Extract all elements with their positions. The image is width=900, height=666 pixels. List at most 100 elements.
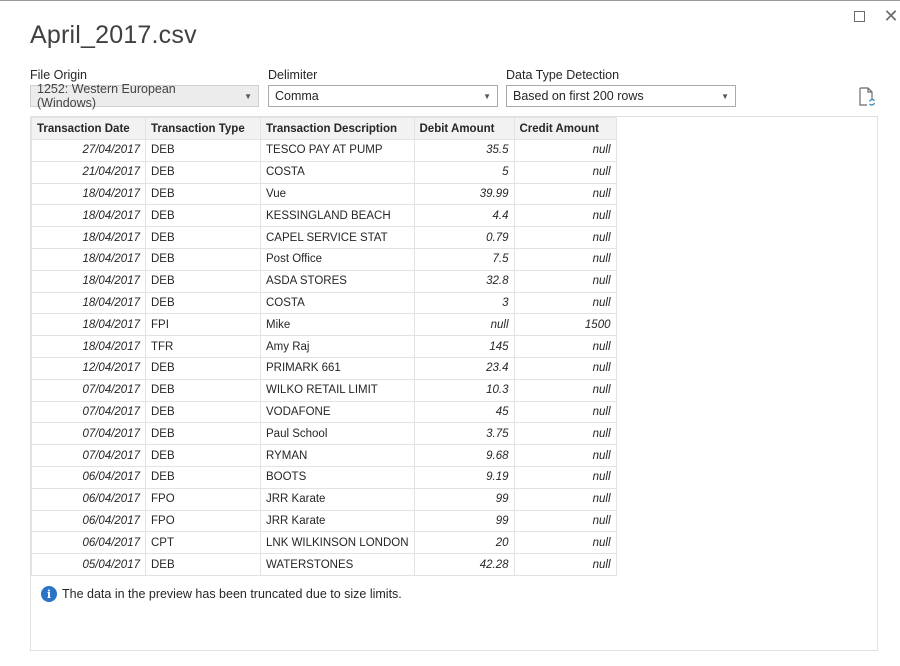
close-button[interactable]: ✕ xyxy=(880,5,900,27)
file-origin-label: File Origin xyxy=(30,68,87,82)
preview-panel: Transaction Date Transaction Type Transact… xyxy=(30,116,878,651)
table-cell: 06/04/2017 xyxy=(31,531,146,555)
table-row: 12/04/2017 DEB PRIMARK 661 23.4 null xyxy=(31,356,617,380)
table-cell: FPO xyxy=(145,509,261,533)
truncation-notice: i The data in the preview has been trunc… xyxy=(41,586,402,602)
file-origin-value: 1252: Western European (Windows) xyxy=(37,82,176,110)
table-cell: null xyxy=(513,531,617,555)
column-header[interactable]: Transaction Date xyxy=(31,117,146,140)
table-cell: WILKO RETAIL LIMIT xyxy=(260,378,415,402)
table-cell: 18/04/2017 xyxy=(31,247,146,271)
table-row: 06/04/2017 FPO JRR Karate 99 null xyxy=(31,509,617,533)
maximize-button[interactable] xyxy=(848,5,870,27)
table-cell: 0.79 xyxy=(413,226,515,249)
table-cell: 145 xyxy=(413,335,515,358)
table-cell: null xyxy=(513,269,617,293)
table-cell: 27/04/2017 xyxy=(31,139,146,162)
table-cell: null xyxy=(413,313,515,337)
table-cell: 9.68 xyxy=(413,444,515,467)
table-cell: DEB xyxy=(145,378,261,402)
column-header[interactable]: Credit Amount xyxy=(513,117,617,140)
table-row: 07/04/2017 DEB Paul School 3.75 null xyxy=(31,422,617,446)
table-cell: DEB xyxy=(145,139,261,162)
table-row: 18/04/2017 DEB COSTA 3 null xyxy=(31,291,617,315)
table-cell: null xyxy=(513,356,617,380)
table-cell: 1500 xyxy=(513,313,617,337)
table-row: 18/04/2017 TFR Amy Raj 145 null xyxy=(31,335,617,358)
table-cell: null xyxy=(513,160,617,184)
table-cell: 06/04/2017 xyxy=(31,487,146,511)
table-row: 06/04/2017 CPT LNK WILKINSON LONDON 20 null xyxy=(31,531,617,555)
column-header[interactable]: Debit Amount xyxy=(413,117,515,140)
table-cell: ASDA STORES xyxy=(260,269,415,293)
column-header[interactable]: Transaction Description xyxy=(260,117,415,140)
table-cell: DEB xyxy=(145,160,261,184)
table-cell: 99 xyxy=(413,509,515,533)
table-row: 18/04/2017 DEB Vue 39.99 null xyxy=(31,182,617,206)
column-header[interactable]: Transaction Type xyxy=(145,117,261,140)
table-cell: 45 xyxy=(413,400,515,424)
table-cell: DEB xyxy=(145,182,261,206)
table-cell: BOOTS xyxy=(260,465,415,489)
table-row: 06/04/2017 DEB BOOTS 9.19 null xyxy=(31,465,617,489)
table-cell: 18/04/2017 xyxy=(31,182,146,206)
table-header-row: Transaction Date Transaction Type Transact… xyxy=(31,117,617,140)
chevron-down-icon: ▼ xyxy=(721,91,729,101)
refresh-file-icon xyxy=(859,87,876,106)
data-type-detection-select[interactable]: Based on first 200 rows ▼ xyxy=(506,85,736,107)
file-origin-select[interactable]: 1252: Western European (Windows) ▼ xyxy=(30,82,259,110)
table-cell: FPI xyxy=(145,313,261,337)
table-cell: null xyxy=(513,335,617,358)
table-cell: 23.4 xyxy=(413,356,515,380)
table-row: 18/04/2017 DEB CAPEL SERVICE STAT 0.79 null xyxy=(31,226,617,249)
table-cell: null xyxy=(513,509,617,533)
refresh-preview-button[interactable] xyxy=(858,87,876,107)
table-row: 18/04/2017 DEB Post Office 7.5 null xyxy=(31,247,617,271)
table-row: 06/04/2017 FPO JRR Karate 99 null xyxy=(31,487,617,511)
table-cell: DEB xyxy=(145,400,261,424)
delimiter-select[interactable]: Comma ▼ xyxy=(268,85,498,107)
close-icon: ✕ xyxy=(883,5,899,26)
delimiter-value: Comma xyxy=(275,89,319,103)
truncation-notice-text: The data in the preview has been truncat… xyxy=(62,587,402,601)
table-cell: 18/04/2017 xyxy=(31,313,146,337)
table-cell: Amy Raj xyxy=(260,335,415,358)
table-cell: JRR Karate xyxy=(260,509,415,533)
table-cell: DEB xyxy=(145,422,261,446)
table-cell: Mike xyxy=(260,313,415,337)
table-cell: CAPEL SERVICE STAT xyxy=(260,226,415,249)
table-cell: 5 xyxy=(413,160,515,184)
table-row: 21/04/2017 DEB COSTA 5 null xyxy=(31,160,617,184)
table-row: 18/04/2017 DEB KESSINGLAND BEACH 4.4 null xyxy=(31,204,617,228)
table-cell: null xyxy=(513,139,617,162)
table-cell: null xyxy=(513,487,617,511)
table-cell: Vue xyxy=(260,182,415,206)
table-cell: 05/04/2017 xyxy=(31,553,146,576)
table-cell: 4.4 xyxy=(413,204,515,228)
table-cell: DEB xyxy=(145,465,261,489)
table-cell: RYMAN xyxy=(260,444,415,467)
table-cell: 18/04/2017 xyxy=(31,226,146,249)
table-cell: DEB xyxy=(145,269,261,293)
table-row: 18/04/2017 FPI Mike null 1500 xyxy=(31,313,617,337)
table-cell: 07/04/2017 xyxy=(31,422,146,446)
table-cell: 07/04/2017 xyxy=(31,444,146,467)
table-cell: 9.19 xyxy=(413,465,515,489)
table-cell: null xyxy=(513,226,617,249)
table-cell: null xyxy=(513,400,617,424)
table-row: 18/04/2017 DEB ASDA STORES 32.8 null xyxy=(31,269,617,293)
table-cell: 06/04/2017 xyxy=(31,509,146,533)
table-cell: DEB xyxy=(145,444,261,467)
table-cell: 32.8 xyxy=(413,269,515,293)
table-row: 05/04/2017 DEB WATERSTONES 42.28 null xyxy=(31,553,617,576)
table-cell: DEB xyxy=(145,553,261,576)
table-cell: DEB xyxy=(145,291,261,315)
chevron-down-icon: ▼ xyxy=(244,91,252,101)
table-cell: 18/04/2017 xyxy=(31,335,146,358)
table-cell: null xyxy=(513,182,617,206)
table-row: 07/04/2017 DEB WILKO RETAIL LIMIT 10.3 null xyxy=(31,378,617,402)
table-cell: null xyxy=(513,247,617,271)
delimiter-label: Delimiter xyxy=(268,68,318,82)
table-cell: 07/04/2017 xyxy=(31,378,146,402)
table-cell: JRR Karate xyxy=(260,487,415,511)
